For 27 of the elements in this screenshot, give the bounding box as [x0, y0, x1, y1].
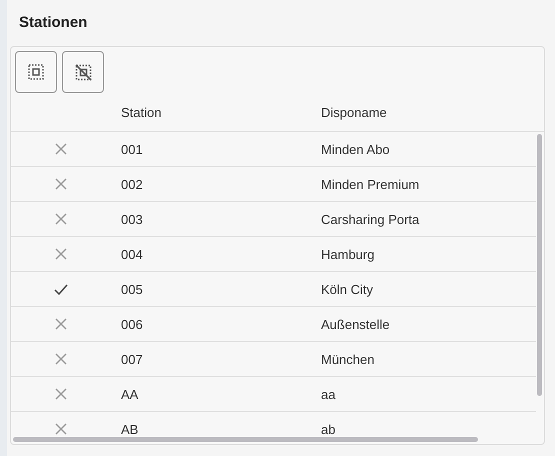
select-all-button[interactable]: [15, 51, 57, 93]
table-cell-text: aa: [320, 386, 336, 402]
table-cell-text: Minden Abo: [320, 142, 391, 156]
table-cell-text: 002: [120, 176, 144, 192]
table-cell-text: Außenstelle: [320, 316, 391, 332]
table-cell-text: München: [320, 352, 376, 366]
vertical-scrollbar[interactable]: [537, 134, 542, 396]
table-cell-text: 003: [120, 212, 144, 226]
deselect-all-icon: [74, 64, 92, 80]
table-cell-text: ab: [320, 422, 336, 436]
column-header: Disponame: [320, 104, 387, 120]
table-cell-text: Hamburg: [320, 246, 376, 262]
table-cell-text: Köln City: [320, 282, 374, 296]
section-title: Stationen: [19, 14, 88, 32]
select-all-icon: [28, 64, 44, 80]
horizontal-scrollbar[interactable]: [13, 437, 478, 442]
table-cell-text: 001: [120, 142, 144, 156]
table-cell-text: Carsharing Porta: [320, 212, 420, 226]
deselect-all-button[interactable]: [62, 51, 104, 93]
column-header: Station: [120, 104, 162, 120]
table-cell-text: Minden Premium: [320, 176, 420, 192]
table-cell-text: AA: [120, 386, 140, 402]
table-cell-text: 007: [120, 352, 144, 366]
table-cell-text: 005: [120, 282, 144, 296]
table-cell-text: AB: [120, 422, 140, 436]
table-cell-text: 004: [120, 246, 144, 262]
table-cell-text: 006: [120, 316, 144, 332]
